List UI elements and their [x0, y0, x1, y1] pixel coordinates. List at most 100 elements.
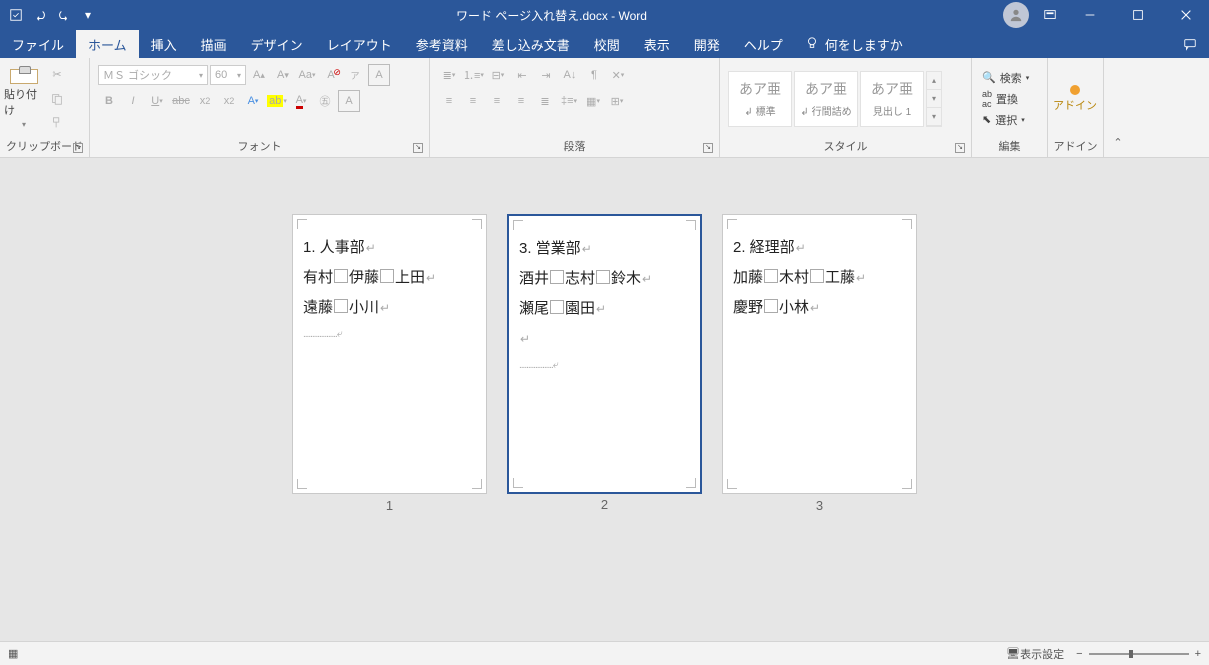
change-case-icon[interactable]: Aa▾: [296, 64, 318, 86]
select-button[interactable]: ⬉選択▾: [980, 111, 1031, 129]
phonetic-guide-icon[interactable]: ア: [344, 64, 366, 86]
bullets-icon[interactable]: ≣▾: [438, 64, 460, 86]
tell-me-label: 何をしますか: [825, 35, 903, 54]
align-left-icon[interactable]: ≡: [438, 90, 460, 112]
tab-developer[interactable]: 開発: [682, 30, 732, 58]
text-effects-icon[interactable]: A▾: [242, 90, 264, 112]
cut-icon[interactable]: ✂: [46, 64, 68, 86]
styles-group-label: スタイル: [824, 141, 868, 153]
clipboard-dialog-launcher[interactable]: ↘: [73, 143, 83, 153]
asian-layout-icon[interactable]: ✕▾: [607, 64, 629, 86]
clipboard-icon: [10, 69, 38, 84]
comments-button[interactable]: [1171, 30, 1209, 58]
page-number-label: 2: [509, 492, 700, 518]
show-marks-icon[interactable]: ¶: [583, 64, 605, 86]
document-area: 1. 人事部↵有村伊藤上田↵遠藤小川↵...................⤶1…: [0, 158, 1209, 641]
style-normal[interactable]: あア亜↲ 標準: [728, 71, 792, 127]
addins-button[interactable]: アドイン: [1052, 85, 1098, 113]
replace-button[interactable]: abac置換: [980, 88, 1031, 110]
font-color-icon[interactable]: A▾: [290, 90, 312, 112]
page-thumbnail-2[interactable]: 3. 営業部↵酒井志村鈴木↵瀬尾園田↵↵...................⤶…: [507, 214, 702, 494]
underline-icon[interactable]: U▾: [146, 90, 168, 112]
format-painter-icon[interactable]: [46, 112, 68, 134]
styles-more-button[interactable]: ▴▾▾: [926, 71, 942, 127]
align-right-icon[interactable]: ≡: [486, 90, 508, 112]
tab-review[interactable]: 校閲: [582, 30, 632, 58]
shading-icon[interactable]: ▦▾: [582, 90, 604, 112]
tab-mailings[interactable]: 差し込み文書: [480, 30, 582, 58]
character-border-icon[interactable]: A: [368, 64, 390, 86]
ribbon-display-options-icon[interactable]: [1033, 0, 1067, 30]
clipboard-group-label: クリップボード: [6, 141, 83, 153]
cursor-icon: ⬉: [982, 113, 991, 126]
font-group-label: フォント: [238, 141, 282, 153]
shrink-font-icon[interactable]: A▾: [272, 64, 294, 86]
borders-icon[interactable]: ⊞▾: [606, 90, 628, 112]
styles-dialog-launcher[interactable]: ↘: [955, 143, 965, 153]
tab-home[interactable]: ホーム: [76, 30, 139, 58]
distributed-icon[interactable]: ≣: [534, 90, 556, 112]
zoom-in-button[interactable]: +: [1195, 648, 1201, 660]
search-icon: 🔍: [982, 71, 996, 84]
undo-icon[interactable]: [32, 7, 48, 23]
clear-formatting-icon[interactable]: A⊘: [320, 64, 342, 86]
page-number-label: 1: [293, 493, 486, 519]
copy-icon[interactable]: [46, 88, 68, 110]
tab-layout[interactable]: レイアウト: [315, 30, 404, 58]
align-center-icon[interactable]: ≡: [462, 90, 484, 112]
minimize-button[interactable]: [1067, 0, 1113, 30]
highlight-icon[interactable]: ab▾: [266, 90, 288, 112]
subscript-icon[interactable]: x2: [194, 90, 216, 112]
strikethrough-icon[interactable]: abc: [170, 90, 192, 112]
font-dialog-launcher[interactable]: ↘: [413, 143, 423, 153]
tab-draw[interactable]: 描画: [189, 30, 239, 58]
font-name-combo[interactable]: ＭＳ ゴシック▾: [98, 65, 208, 85]
redo-icon[interactable]: [56, 7, 72, 23]
tab-file[interactable]: ファイル: [0, 30, 76, 58]
display-settings-icon[interactable]: 🖥: [1006, 647, 1020, 660]
addin-dot-icon: [1070, 85, 1080, 95]
collapse-ribbon-button[interactable]: ⌃: [1104, 58, 1132, 157]
find-button[interactable]: 🔍検索▾: [980, 69, 1031, 87]
font-size-combo[interactable]: 60▾: [210, 65, 246, 85]
qat-more-icon[interactable]: ▾: [80, 7, 96, 23]
lightbulb-icon: [805, 36, 819, 53]
autosave-icon[interactable]: [8, 7, 24, 23]
status-left-icon[interactable]: ▦: [8, 647, 18, 660]
multilevel-list-icon[interactable]: ⊟▾: [487, 64, 509, 86]
style-heading1[interactable]: あア亜見出し 1: [860, 71, 924, 127]
superscript-icon[interactable]: x2: [218, 90, 240, 112]
numbering-icon[interactable]: ⒈≡▾: [462, 64, 485, 86]
tab-view[interactable]: 表示: [632, 30, 682, 58]
page-thumbnail-1[interactable]: 1. 人事部↵有村伊藤上田↵遠藤小川↵...................⤶1: [292, 214, 487, 494]
display-settings-label[interactable]: 表示設定: [1020, 646, 1064, 662]
zoom-out-button[interactable]: −: [1076, 648, 1082, 660]
increase-indent-icon[interactable]: ⇥: [535, 64, 557, 86]
paragraph-dialog-launcher[interactable]: ↘: [703, 143, 713, 153]
bold-icon[interactable]: B: [98, 90, 120, 112]
enclose-char-icon[interactable]: ㊄: [314, 90, 336, 112]
addin-group-label: アドイン: [1052, 137, 1099, 155]
tab-references[interactable]: 参考資料: [404, 30, 480, 58]
italic-icon[interactable]: I: [122, 90, 144, 112]
tab-help[interactable]: ヘルプ: [732, 30, 795, 58]
replace-icon: abac: [982, 89, 992, 109]
tell-me-search[interactable]: 何をしますか: [795, 30, 913, 58]
editing-group-label: 編集: [976, 137, 1043, 155]
zoom-slider[interactable]: [1089, 653, 1189, 655]
character-shading-icon[interactable]: A: [338, 90, 360, 112]
justify-icon[interactable]: ≡: [510, 90, 532, 112]
tab-design[interactable]: デザイン: [239, 30, 315, 58]
line-spacing-icon[interactable]: ‡≡▾: [558, 90, 580, 112]
page-thumbnail-3[interactable]: 2. 経理部↵加藤木村工藤↵慶野小林↵3: [722, 214, 917, 494]
grow-font-icon[interactable]: A▴: [248, 64, 270, 86]
decrease-indent-icon[interactable]: ⇤: [511, 64, 533, 86]
user-avatar-icon[interactable]: [1003, 2, 1029, 28]
close-button[interactable]: [1163, 0, 1209, 30]
sort-icon[interactable]: A↓: [559, 64, 581, 86]
style-no-spacing[interactable]: あア亜↲ 行間詰め: [794, 71, 858, 127]
tab-insert[interactable]: 挿入: [139, 30, 189, 58]
paste-button[interactable]: 貼り付け ▾: [4, 69, 44, 129]
maximize-button[interactable]: [1115, 0, 1161, 30]
paste-label: 貼り付け: [4, 86, 44, 118]
